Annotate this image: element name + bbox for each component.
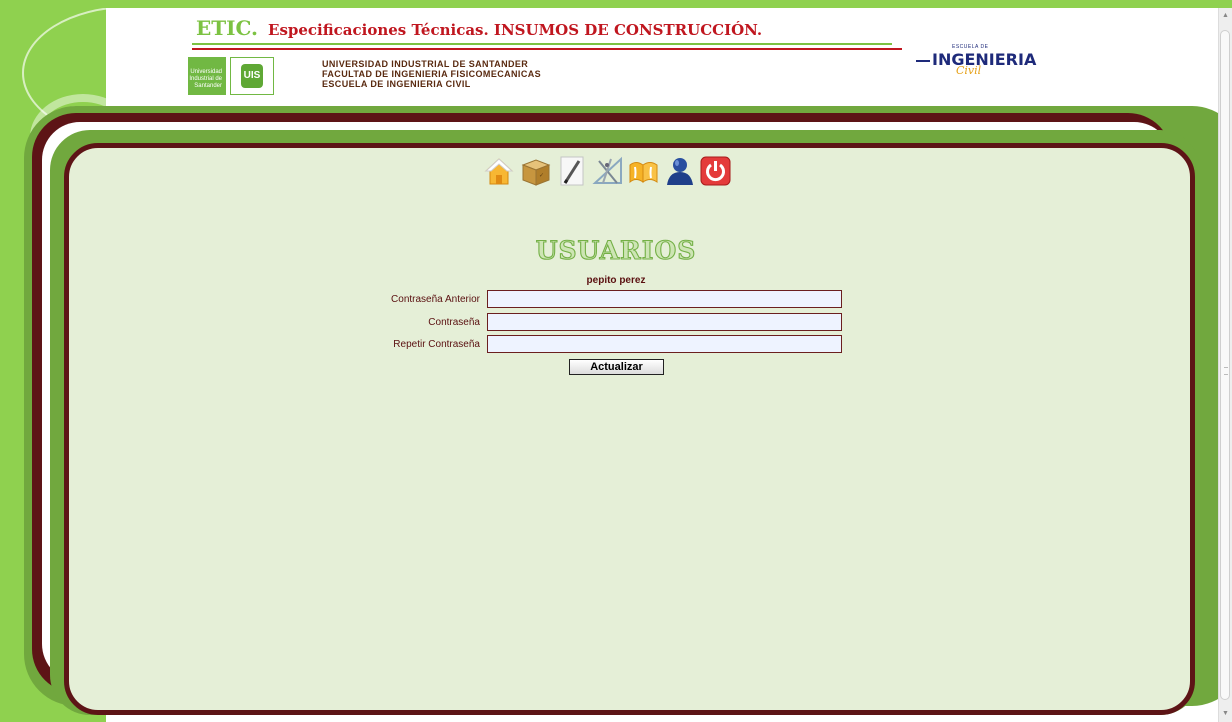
uis-badge-logo: UIS xyxy=(230,57,274,95)
uis-logo: Universidad Industrial de Santander xyxy=(188,57,226,95)
page-title: USUARIOS xyxy=(535,235,697,265)
books-icon[interactable] xyxy=(627,153,660,189)
old-password-label: Contraseña Anterior xyxy=(391,294,480,305)
old-password-input[interactable] xyxy=(487,290,842,308)
pencil-icon[interactable] xyxy=(555,153,588,189)
user-icon[interactable] xyxy=(663,153,696,189)
uis-logo-line: Universidad xyxy=(190,69,222,75)
scrollbar-grip xyxy=(1224,367,1228,375)
site-brand: ETIC. Especificaciones Técnicas. INSUMOS … xyxy=(196,16,762,40)
header-rule-green xyxy=(192,43,892,45)
svg-text:✓: ✓ xyxy=(539,172,544,179)
current-user-name: pepito perez xyxy=(586,275,646,286)
main-toolbar: ✓ xyxy=(483,153,732,189)
power-icon[interactable] xyxy=(699,153,732,189)
box-icon[interactable]: ✓ xyxy=(519,153,552,189)
ingenieria-civil-logo: ESCUELA DE INGENIERIA Civil xyxy=(916,44,1039,88)
scroll-up-arrow-icon[interactable]: ▲ xyxy=(1219,8,1232,24)
vertical-scrollbar[interactable]: ▲ ▼ xyxy=(1218,8,1232,722)
brand-etic: ETIC. xyxy=(196,16,259,40)
home-icon[interactable] xyxy=(483,153,516,189)
scroll-down-arrow-icon[interactable]: ▼ xyxy=(1219,706,1232,722)
brand-subtitle: Especificaciones Técnicas. INSUMOS DE CO… xyxy=(268,21,763,39)
institution-block: UNIVERSIDAD INDUSTRIAL DE SANTANDER FACU… xyxy=(322,59,541,89)
institution-line: FACULTAD DE INGENIERIA FISICOMECANICAS xyxy=(322,69,542,79)
logo-ingenieria-text: INGENIERIA xyxy=(930,50,1039,69)
password-label: Contraseña xyxy=(428,317,480,328)
scrollbar-thumb[interactable] xyxy=(1220,30,1230,700)
drafting-icon[interactable] xyxy=(591,153,624,189)
uis-logo-line: Santander xyxy=(194,83,222,89)
main-content-panel xyxy=(64,143,1195,715)
logo-civil-text: Civil xyxy=(956,64,982,77)
institution-line: ESCUELA DE INGENIERIA CIVIL xyxy=(322,79,471,89)
repeat-password-label: Repetir Contraseña xyxy=(393,339,480,350)
update-button[interactable]: Actualizar xyxy=(569,359,664,375)
password-input[interactable] xyxy=(487,313,842,331)
uis-badge-text: UIS xyxy=(241,64,263,88)
repeat-password-input[interactable] xyxy=(487,335,842,353)
uis-logo-line: Industrial de xyxy=(189,76,222,82)
header-rule-red xyxy=(192,48,902,50)
institution-line: UNIVERSIDAD INDUSTRIAL DE SANTANDER xyxy=(322,59,529,69)
